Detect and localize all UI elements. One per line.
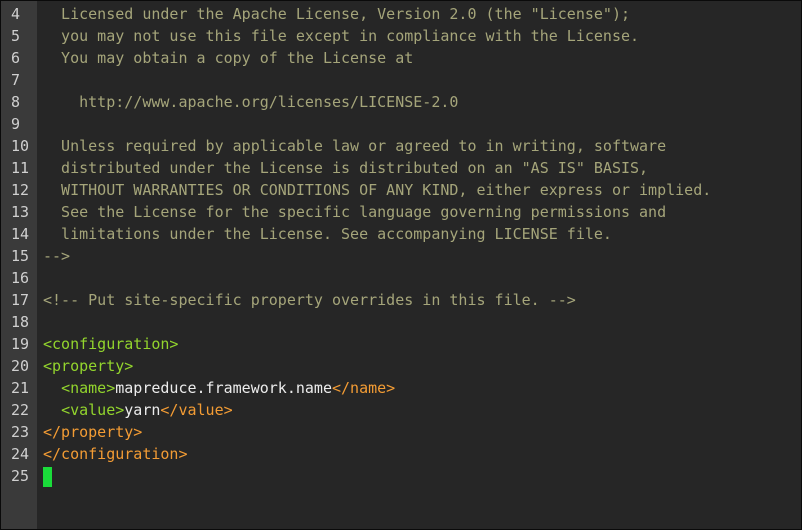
line-number: 20 — [11, 357, 30, 375]
code-line[interactable]: 9 — [1, 113, 801, 135]
code-line[interactable]: 12 WITHOUT WARRANTIES OR CONDITIONS OF A… — [1, 179, 801, 201]
xml-text — [43, 401, 61, 419]
line-content: http://www.apache.org/licenses/LICENSE-2… — [43, 91, 458, 113]
comment-text: Licensed under the Apache License, Versi… — [43, 5, 630, 23]
comment-text: See the License for the specific languag… — [43, 203, 667, 221]
line-content: WITHOUT WARRANTIES OR CONDITIONS OF ANY … — [43, 179, 711, 201]
code-line[interactable]: 8 http://www.apache.org/licenses/LICENSE… — [1, 91, 801, 113]
comment-text: limitations under the License. See accom… — [43, 225, 612, 243]
line-number: 9 — [11, 115, 21, 133]
line-content: <configuration> — [43, 333, 178, 355]
line-content: See the License for the specific languag… — [43, 201, 666, 223]
xml-tag: </name> — [332, 379, 396, 397]
line-number: 4 — [11, 5, 21, 23]
line-content — [43, 465, 52, 487]
code-line[interactable]: 11 distributed under the License is dist… — [1, 157, 801, 179]
code-line[interactable]: 20 <property> — [1, 355, 801, 377]
line-content: distributed under the License is distrib… — [43, 157, 648, 179]
line-number: 15 — [11, 247, 30, 265]
code-line[interactable]: 13 See the License for the specific lang… — [1, 201, 801, 223]
code-line[interactable]: 7 — [1, 69, 801, 91]
line-content: limitations under the License. See accom… — [43, 223, 612, 245]
code-line[interactable]: 23 </property> — [1, 421, 801, 443]
text-cursor — [43, 466, 52, 487]
code-line[interactable]: 4 Licensed under the Apache License, Ver… — [1, 3, 801, 25]
xml-text — [43, 379, 61, 397]
line-number: 19 — [11, 335, 30, 353]
code-line[interactable]: 6 You may obtain a copy of the License a… — [1, 47, 801, 69]
code-line[interactable]: 21 <name>mapreduce.framework.name</name> — [1, 377, 801, 399]
code-line[interactable]: 10 Unless required by applicable law or … — [1, 135, 801, 157]
xml-tag: <value> — [61, 401, 125, 419]
code-line[interactable]: 22 <value>yarn</value> — [1, 399, 801, 421]
line-content: <name>mapreduce.framework.name</name> — [43, 377, 395, 399]
xml-text: mapreduce.framework.name — [115, 379, 332, 397]
code-line[interactable]: 14 limitations under the License. See ac… — [1, 223, 801, 245]
line-content: </property> — [43, 421, 142, 443]
line-content: </configuration> — [43, 443, 188, 465]
comment-text: <!-- Put site-specific property override… — [43, 291, 576, 309]
line-number: 10 — [11, 137, 30, 155]
code-line[interactable]: 17 <!-- Put site-specific property overri… — [1, 289, 801, 311]
code-line[interactable]: 5 you may not use this file except in co… — [1, 25, 801, 47]
code-line[interactable]: 24 </configuration> — [1, 443, 801, 465]
line-number: 5 — [11, 27, 21, 45]
text-editor[interactable]: 4 Licensed under the Apache License, Ver… — [0, 0, 802, 530]
line-number: 8 — [11, 93, 21, 111]
code-lines[interactable]: 4 Licensed under the Apache License, Ver… — [1, 3, 801, 487]
line-number: 12 — [11, 181, 30, 199]
comment-text: distributed under the License is distrib… — [43, 159, 649, 177]
line-number: 13 — [11, 203, 30, 221]
line-content: --> — [43, 245, 70, 267]
comment-text: --> — [43, 247, 71, 265]
comment-text: http://www.apache.org/licenses/LICENSE-2… — [43, 93, 459, 111]
line-content: Licensed under the Apache License, Versi… — [43, 3, 630, 25]
xml-tag: </property> — [43, 423, 143, 441]
code-line[interactable]: 25 — [1, 465, 801, 487]
line-number: 11 — [11, 159, 30, 177]
code-line[interactable]: 18 — [1, 311, 801, 333]
line-content: <value>yarn</value> — [43, 399, 233, 421]
line-content: Unless required by applicable law or agr… — [43, 135, 666, 157]
line-content: you may not use this file except in comp… — [43, 25, 639, 47]
line-number: 17 — [11, 291, 30, 309]
line-number: 6 — [11, 49, 21, 67]
line-number: 24 — [11, 445, 30, 463]
line-number: 22 — [11, 401, 30, 419]
line-content: <!-- Put site-specific property override… — [43, 289, 576, 311]
code-line[interactable]: 15 --> — [1, 245, 801, 267]
xml-tag: </configuration> — [43, 445, 188, 463]
line-number: 25 — [11, 467, 30, 485]
line-number: 23 — [11, 423, 30, 441]
xml-tag: <configuration> — [43, 335, 179, 353]
comment-text: you may not use this file except in comp… — [43, 27, 640, 45]
line-number: 7 — [11, 71, 21, 89]
line-number: 16 — [11, 269, 30, 287]
line-number: 21 — [11, 379, 30, 397]
xml-tag: <property> — [43, 357, 134, 375]
xml-tag: </value> — [160, 401, 233, 419]
comment-text: WITHOUT WARRANTIES OR CONDITIONS OF ANY … — [43, 181, 712, 199]
xml-text: yarn — [124, 401, 161, 419]
comment-text: Unless required by applicable law or agr… — [43, 137, 667, 155]
line-content: <property> — [43, 355, 133, 377]
code-line[interactable]: 16 — [1, 267, 801, 289]
comment-text: You may obtain a copy of the License at — [43, 49, 414, 67]
xml-tag: <name> — [61, 379, 116, 397]
line-number: 18 — [11, 313, 30, 331]
line-content: You may obtain a copy of the License at — [43, 47, 413, 69]
line-number: 14 — [11, 225, 30, 243]
code-line[interactable]: 19 <configuration> — [1, 333, 801, 355]
